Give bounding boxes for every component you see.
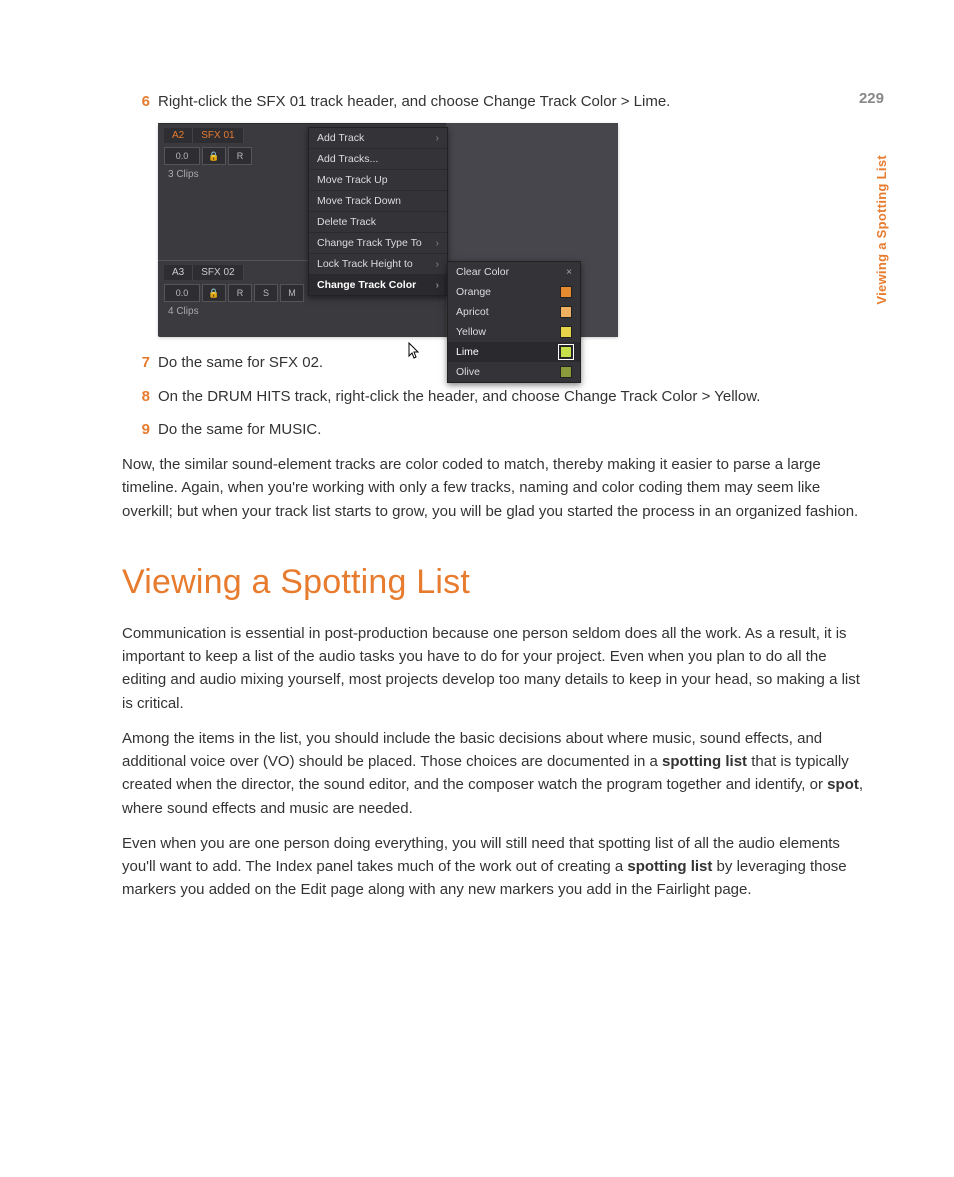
step-number: 7 (122, 351, 158, 374)
step-9: 9 Do the same for MUSIC. (122, 418, 864, 441)
color-lime[interactable]: Lime (448, 342, 580, 362)
record-button[interactable]: R (228, 147, 252, 165)
color-clear[interactable]: Clear Color× (448, 262, 580, 282)
side-label: Viewing a Spotting List (874, 155, 889, 305)
level-value[interactable]: 0.0 (164, 284, 200, 302)
menu-item-change-color[interactable]: Change Track Color› (309, 275, 447, 295)
track-name: SFX 01 (193, 128, 243, 143)
summary-paragraph: Now, the similar sound-element tracks ar… (122, 453, 864, 523)
step-number: 8 (122, 385, 158, 408)
swatch-icon (560, 286, 572, 298)
chevron-right-icon: › (436, 238, 439, 249)
body-paragraph-2: Among the items in the list, you should … (122, 727, 864, 820)
menu-item-change-type[interactable]: Change Track Type To› (309, 233, 447, 254)
chevron-right-icon: › (436, 259, 439, 270)
color-yellow[interactable]: Yellow (448, 322, 580, 342)
swatch-icon (560, 366, 572, 378)
screenshot-context-menu: A2 SFX 01 0.0 🔒 R 3 Clips A3 SFX 02 0.0 … (158, 123, 618, 337)
step-text: Do the same for MUSIC. (158, 418, 864, 441)
chevron-right-icon: › (436, 280, 439, 291)
menu-item-move-down[interactable]: Move Track Down (309, 191, 447, 212)
menu-item-add-track[interactable]: Add Track› (309, 128, 447, 149)
solo-button[interactable]: S (254, 284, 278, 302)
menu-item-add-tracks[interactable]: Add Tracks... (309, 149, 447, 170)
context-menu: Add Track› Add Tracks... Move Track Up M… (308, 127, 448, 296)
lock-icon[interactable]: 🔒 (202, 147, 226, 165)
page-number: 229 (859, 90, 884, 107)
step-text: Right-click the SFX 01 track header, and… (158, 90, 864, 113)
color-orange[interactable]: Orange (448, 282, 580, 302)
step-number: 6 (122, 90, 158, 113)
step-number: 9 (122, 418, 158, 441)
track-id: A3 (164, 265, 193, 280)
swatch-icon (560, 306, 572, 318)
menu-item-lock-height[interactable]: Lock Track Height to› (309, 254, 447, 275)
menu-item-delete[interactable]: Delete Track (309, 212, 447, 233)
mute-button[interactable]: M (280, 284, 304, 302)
body-paragraph-3: Even when you are one person doing every… (122, 832, 864, 902)
body-paragraph-1: Communication is essential in post-produ… (122, 622, 864, 715)
level-value[interactable]: 0.0 (164, 147, 200, 165)
step-6: 6 Right-click the SFX 01 track header, a… (122, 90, 864, 113)
color-olive[interactable]: Olive (448, 362, 580, 382)
record-button[interactable]: R (228, 284, 252, 302)
step-text: On the DRUM HITS track, right-click the … (158, 385, 864, 408)
swatch-icon (560, 326, 572, 338)
menu-item-move-up[interactable]: Move Track Up (309, 170, 447, 191)
close-icon[interactable]: × (566, 267, 572, 278)
color-apricot[interactable]: Apricot (448, 302, 580, 322)
swatch-icon (560, 346, 572, 358)
lock-icon[interactable]: 🔒 (202, 284, 226, 302)
chevron-right-icon: › (436, 133, 439, 144)
step-8: 8 On the DRUM HITS track, right-click th… (122, 385, 864, 408)
track-name: SFX 02 (193, 265, 243, 280)
track-id: A2 (164, 128, 193, 143)
section-heading: Viewing a Spotting List (122, 563, 864, 602)
color-submenu: Clear Color× Orange Apricot Yellow Lime … (447, 261, 581, 383)
